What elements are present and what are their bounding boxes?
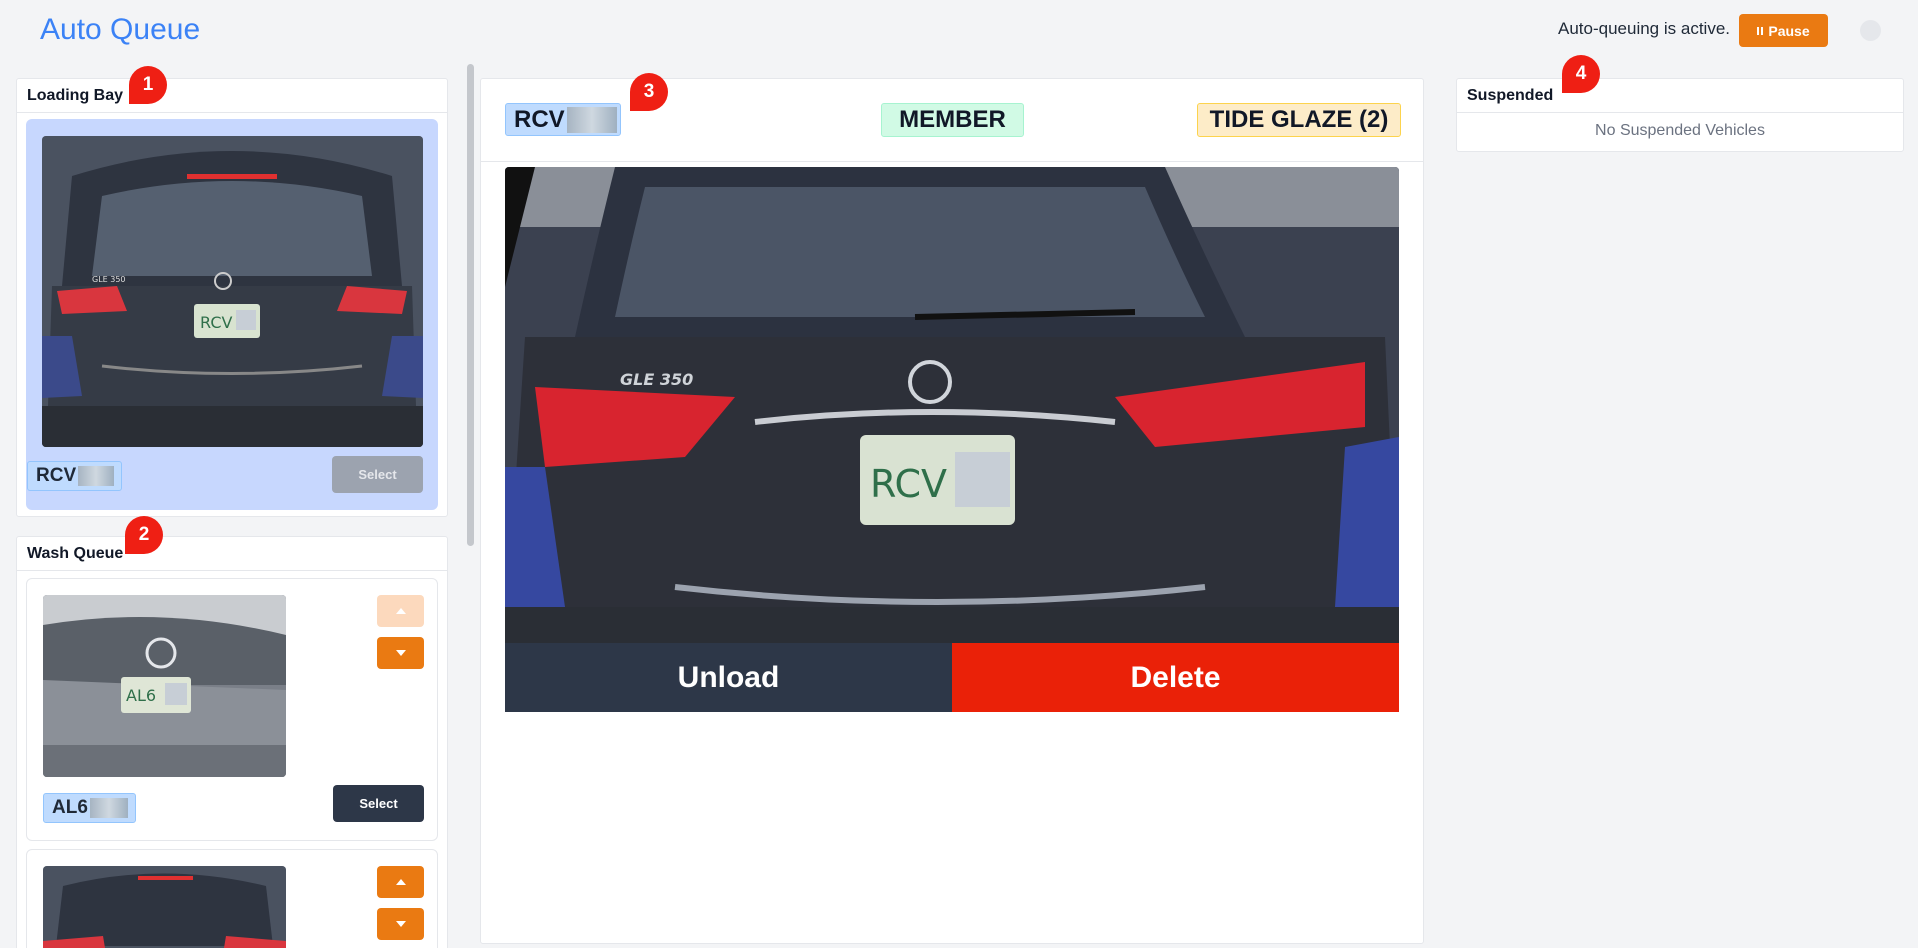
move-down-button[interactable] [377, 637, 424, 669]
chevron-down-icon [395, 650, 406, 656]
loading-bay-title: Loading Bay [27, 87, 124, 104]
svg-text:GLE 350: GLE 350 [92, 275, 126, 284]
wash-queue-title: Wash Queue [27, 545, 124, 562]
plate-text: RCV [36, 465, 77, 486]
vehicle-photo: AL6 [43, 595, 286, 777]
vehicle-photo [43, 866, 286, 948]
plate-photo-text: RCV [870, 462, 947, 506]
annotation-marker-2: 2 [125, 516, 163, 554]
service-badge: TIDE GLAZE (2) [1197, 103, 1401, 137]
chevron-up-icon [395, 608, 406, 614]
divider [17, 112, 447, 113]
pause-label: Pause [1768, 22, 1810, 39]
plate-redaction [89, 798, 128, 818]
vehicle-photo: RCV GLE 350 [42, 136, 423, 447]
delete-button[interactable]: Delete [952, 643, 1399, 712]
queue-item [26, 849, 438, 948]
pause-icon [1757, 26, 1764, 35]
loading-bay-plate: RCV [27, 461, 122, 491]
annotation-marker-1: 1 [129, 66, 167, 104]
chevron-up-icon [395, 879, 406, 885]
suspended-empty-text: No Suspended Vehicles [1595, 122, 1765, 139]
plate-redaction [78, 466, 115, 486]
svg-text:RCV: RCV [200, 313, 232, 332]
annotation-marker-3: 3 [630, 73, 668, 111]
suspended-panel: Suspended No Suspended Vehicles [1456, 78, 1904, 152]
queue-item-select-button[interactable]: Select [333, 785, 424, 822]
unload-button[interactable]: Unload [505, 643, 952, 712]
left-column-scrollbar[interactable] [465, 62, 476, 948]
divider [481, 161, 1423, 162]
move-down-button[interactable] [377, 908, 424, 940]
svg-text:AL6: AL6 [126, 686, 156, 705]
wash-queue-panel: Wash Queue AL6 AL6 Select [16, 536, 448, 948]
move-up-button[interactable] [377, 595, 424, 627]
suspended-title: Suspended [1467, 87, 1554, 104]
connection-indicator [1860, 20, 1881, 41]
plate-redaction [566, 106, 617, 133]
loading-bay-select-button[interactable]: Select [332, 456, 423, 493]
model-badge-text: GLE 350 [620, 370, 693, 389]
chevron-down-icon [395, 921, 406, 927]
annotation-marker-4: 4 [1562, 55, 1600, 93]
plate-text: RCV [514, 105, 565, 133]
queue-item: AL6 AL6 Select [26, 578, 438, 841]
app-header: Auto Queue Auto-queuing is active. Pause [0, 0, 1918, 61]
app-title: Auto Queue [40, 13, 201, 46]
divider [17, 570, 447, 571]
member-badge: MEMBER [881, 103, 1024, 137]
auto-queue-status: Auto-queuing is active. [1558, 19, 1730, 38]
left-column: Loading Bay RCV GLE 350 RCV Select Wash … [14, 62, 452, 948]
scrollbar-thumb[interactable] [467, 64, 474, 546]
plate-text: AL6 [52, 797, 88, 818]
current-plate: RCV [505, 103, 621, 136]
loading-bay-vehicle-card: RCV GLE 350 RCV Select [26, 119, 438, 510]
queue-item-plate: AL6 [43, 793, 136, 823]
divider [1457, 112, 1903, 113]
current-vehicle-panel: RCV MEMBER TIDE GLAZE (2) GLE 350 RCV Un… [480, 78, 1424, 944]
current-vehicle-photo: GLE 350 RCV [505, 167, 1399, 643]
loading-bay-panel: Loading Bay RCV GLE 350 RCV Select [16, 78, 448, 517]
move-up-button[interactable] [377, 866, 424, 898]
pause-button[interactable]: Pause [1739, 14, 1828, 47]
